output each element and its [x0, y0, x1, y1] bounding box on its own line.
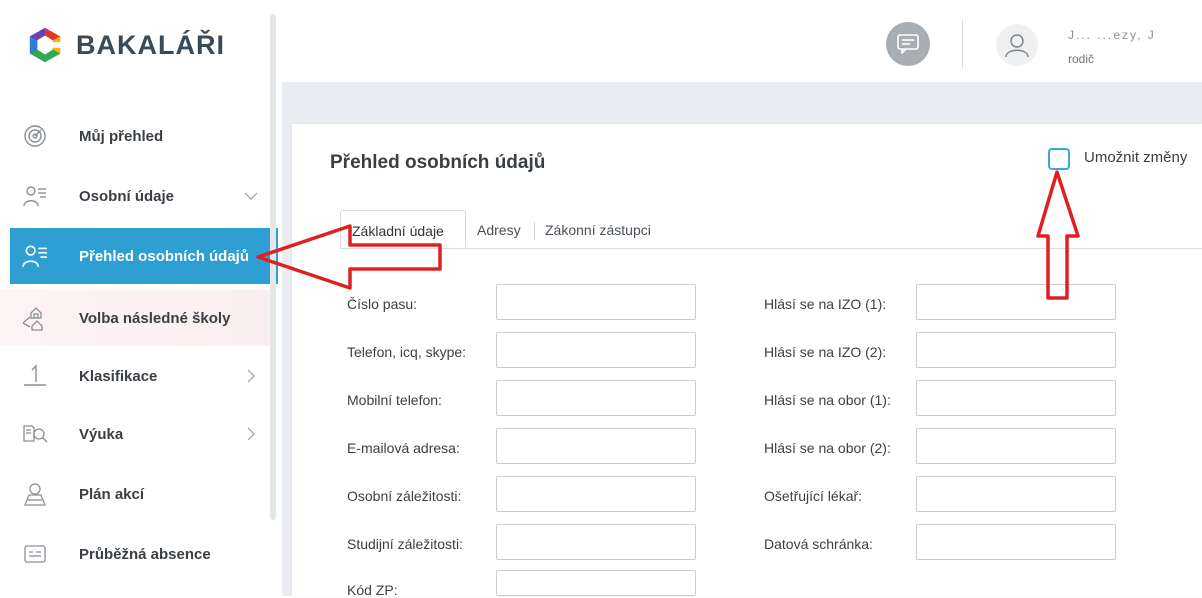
sidebar-item-label: Osobní údaje — [79, 187, 175, 205]
gauge-icon — [22, 123, 48, 149]
allow-changes-label[interactable]: Umožnit změny — [1084, 149, 1187, 166]
izo-1-label: Hlásí se na IZO (1): — [764, 296, 887, 312]
logo-text: BAKALÁŘI — [76, 29, 225, 60]
absence-card-icon — [22, 541, 48, 567]
data-box-field[interactable] — [916, 524, 1116, 560]
izo-2-field[interactable] — [916, 332, 1116, 368]
book-search-icon — [22, 421, 48, 447]
sidebar-item-volba-nasledne-skoly[interactable]: Volba následné školy — [0, 290, 270, 346]
page-title: Přehled osobních údajů — [330, 152, 546, 173]
email-field[interactable] — [496, 428, 696, 464]
logo[interactable]: BAKALÁŘI — [26, 26, 225, 64]
chevron-right-icon — [247, 369, 255, 383]
field-of-study-1-label: Hlásí se na obor (1): — [764, 392, 891, 408]
sidebar-item-prubezna-absence[interactable]: Průběžná absence — [0, 526, 270, 582]
sidebar-item-label: Přehled osobních údajů — [79, 247, 250, 265]
sidebar-item-label: Klasifikace — [79, 367, 158, 385]
study-matters-field[interactable] — [496, 524, 696, 560]
insurance-code-field[interactable] — [496, 570, 696, 596]
email-label: E-mailová adresa: — [347, 440, 460, 456]
sidebar-item-prehled-osobnich-udaju[interactable]: Přehled osobních údajů — [10, 228, 278, 284]
top-bar: J... ...ezy, J rodič — [282, 0, 1202, 82]
sidebar: BAKALÁŘI Můj přehled Osobní údaje Přehle… — [0, 0, 282, 596]
user-icon — [1005, 34, 1029, 58]
sidebar-item-label: Průběžná absence — [79, 545, 211, 563]
mobile-phone-field[interactable] — [496, 380, 696, 416]
tab-divider — [534, 222, 535, 240]
sidebar-item-muj-prehled[interactable]: Můj přehled — [0, 108, 270, 164]
field-of-study-1-field[interactable] — [916, 380, 1116, 416]
chevron-down-icon — [244, 192, 258, 200]
personal-matters-field[interactable] — [496, 476, 696, 512]
tab-zakladni-udaje[interactable]: Základní údaje — [340, 210, 466, 248]
sidebar-item-vyuka[interactable]: Výuka — [0, 406, 270, 462]
sidebar-item-plan-akci[interactable]: Plán akcí — [0, 466, 270, 522]
sidebar-item-osobni-udaje[interactable]: Osobní údaje — [0, 168, 270, 224]
tab-zakonni-zastupci[interactable]: Zákonní zástupci — [545, 210, 651, 248]
person-list-icon — [22, 183, 48, 209]
sidebar-item-label: Můj přehled — [79, 127, 164, 145]
avatar[interactable] — [996, 24, 1038, 66]
user-name[interactable]: J... ...ezy, J — [1068, 28, 1156, 42]
school-choice-icon — [22, 305, 48, 331]
mobile-phone-label: Mobilní telefon: — [347, 392, 442, 408]
bakalari-logo-icon — [29, 27, 62, 63]
grade-one-icon — [22, 363, 48, 389]
tab-adresy[interactable]: Adresy — [477, 210, 521, 248]
phone-icq-skype-label: Telefon, icq, skype: — [347, 344, 467, 360]
izo-1-field[interactable] — [916, 284, 1116, 320]
sidebar-scrollbar[interactable] — [270, 14, 276, 520]
sidebar-item-label: Volba následné školy — [79, 309, 231, 327]
sidebar-item-label: Výuka — [79, 425, 124, 443]
sidebar-item-klasifikace[interactable]: Klasifikace — [0, 348, 270, 404]
izo-2-label: Hlásí se na IZO (2): — [764, 344, 887, 360]
personal-matters-label: Osobní záležitosti: — [347, 488, 462, 504]
user-role: rodič — [1068, 52, 1095, 66]
passport-number-field[interactable] — [496, 284, 696, 320]
messages-button[interactable] — [886, 22, 930, 66]
chevron-right-icon — [247, 427, 255, 441]
chat-icon — [897, 34, 919, 54]
tab-bar: Základní údaje Adresy Zákonní zástupci — [340, 210, 1202, 249]
phone-icq-skype-field[interactable] — [496, 332, 696, 368]
person-list-icon — [22, 243, 48, 269]
data-box-label: Datová schránka: — [764, 536, 873, 552]
passport-number-label: Číslo pasu: — [347, 296, 418, 312]
sidebar-item-label: Plán akcí — [79, 485, 145, 503]
doctor-label: Ošetřující lékař: — [764, 488, 863, 504]
study-matters-label: Studijní záležitosti: — [347, 536, 463, 552]
personal-data-card: Přehled osobních údajů Umožnit změny Zák… — [292, 124, 1202, 598]
event-map-icon — [22, 481, 48, 507]
doctor-field[interactable] — [916, 476, 1116, 512]
allow-changes-checkbox[interactable] — [1048, 148, 1070, 170]
divider — [962, 20, 963, 68]
field-of-study-2-label: Hlásí se na obor (2): — [764, 440, 891, 456]
field-of-study-2-field[interactable] — [916, 428, 1116, 464]
